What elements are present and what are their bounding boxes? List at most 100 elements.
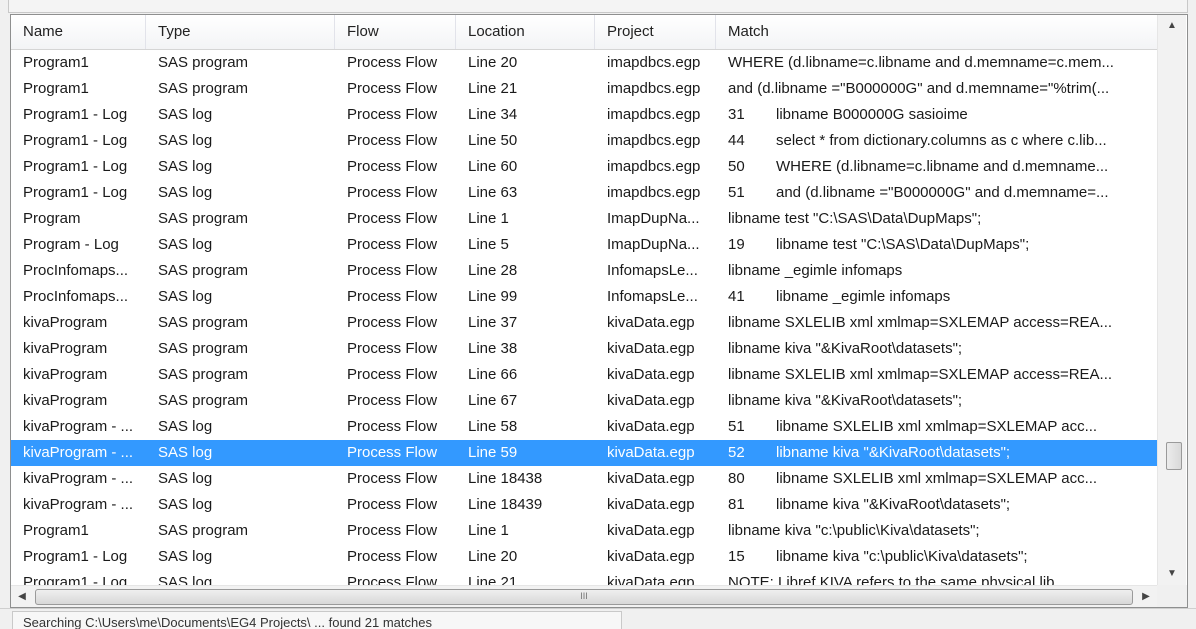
match-text: libname kiva "c:\public\Kiva\datasets"; — [728, 522, 980, 539]
cell-match: 19 libname test "C:\SAS\Data\DupMaps"; — [716, 232, 1157, 258]
column-header-type[interactable]: Type — [146, 15, 335, 49]
match-text: WHERE (d.libname=c.libname and d.memname… — [728, 54, 1114, 71]
table-row[interactable]: kivaProgram - ... SAS log Process Flow Line… — [11, 492, 1157, 518]
cell-project: kivaData.egp — [607, 444, 695, 461]
cell-project: imapdbcs.egp — [607, 184, 701, 201]
cell-flow: Process Flow — [347, 392, 438, 409]
table-row-selected[interactable]: kivaProgram - ... SAS log Process Flow Line… — [11, 440, 1157, 466]
table-row[interactable]: Program1 - Log SAS log Process Flow Line 21… — [11, 570, 1157, 586]
cell-type: SAS program — [158, 366, 249, 383]
table-row[interactable]: Program1 SAS program Process Flow Line 21 im… — [11, 76, 1157, 102]
table-row[interactable]: Program1 - Log SAS log Process Flow Line 60… — [11, 154, 1157, 180]
results-rows: Program1 SAS program Process Flow Line 20 im… — [11, 50, 1157, 586]
table-row[interactable]: Program1 - Log SAS log Process Flow Line 63… — [11, 180, 1157, 206]
cell-name: Program1 - Log — [23, 158, 128, 175]
cell-project: InfomapsLe... — [607, 262, 698, 279]
match-text: libname _egimle infomaps — [776, 288, 951, 305]
cell-match: 50 WHERE (d.libname=c.libname and d.memna… — [716, 154, 1157, 180]
cell-type: SAS log — [158, 184, 213, 201]
table-row[interactable]: Program1 SAS program Process Flow Line 1 kiv… — [11, 518, 1157, 544]
cell-project: kivaData.egp — [607, 496, 695, 513]
cell-flow: Process Flow — [347, 210, 438, 227]
cell-type: SAS log — [158, 496, 213, 513]
cell-type: SAS log — [158, 418, 213, 435]
cell-flow: Process Flow — [347, 574, 438, 586]
table-row[interactable]: kivaProgram SAS program Process Flow Line 6… — [11, 362, 1157, 388]
match-text: libname SXLELIB xml xmlmap=SXLEMAP acc..… — [776, 470, 1098, 487]
table-row[interactable]: kivaProgram - ... SAS log Process Flow Line… — [11, 414, 1157, 440]
cell-location: Line 99 — [468, 288, 518, 305]
scroll-up-icon[interactable]: ▲ — [1158, 15, 1186, 37]
vertical-scroll-thumb[interactable] — [1166, 442, 1182, 470]
table-row[interactable]: kivaProgram SAS program Process Flow Line 3… — [11, 336, 1157, 362]
cell-name: Program1 — [23, 54, 89, 71]
cell-match: libname kiva "&KivaRoot\datasets"; — [716, 388, 1157, 414]
match-text: libname kiva "&KivaRoot\datasets"; — [728, 392, 963, 409]
search-results-list[interactable]: Name Type Flow Location Project Match Pr… — [10, 14, 1188, 608]
column-header-name[interactable]: Name — [11, 15, 146, 49]
table-row[interactable]: Program SAS program Process Flow Line 1 Imap… — [11, 206, 1157, 232]
cell-name: Program1 — [23, 80, 89, 97]
table-row[interactable]: ProcInfomaps... SAS program Process Flow Li… — [11, 258, 1157, 284]
cell-name: Program1 — [23, 522, 89, 539]
table-row[interactable]: Program1 - Log SAS log Process Flow Line 50… — [11, 128, 1157, 154]
cell-type: SAS log — [158, 574, 213, 586]
match-line-number: 31 — [728, 106, 745, 123]
horizontal-scroll-thumb[interactable]: III — [35, 589, 1133, 605]
cell-flow: Process Flow — [347, 470, 438, 487]
cell-location: Line 60 — [468, 158, 518, 175]
cell-location: Line 66 — [468, 366, 518, 383]
scroll-left-icon[interactable]: ◀ — [11, 586, 33, 607]
cell-name: Program1 - Log — [23, 184, 128, 201]
cell-match: libname _egimle infomaps — [716, 258, 1157, 284]
cell-match: 44 select * from dictionary.columns as c … — [716, 128, 1157, 154]
table-row[interactable]: Program1 SAS program Process Flow Line 20 im… — [11, 50, 1157, 76]
match-line-number: 44 — [728, 132, 745, 149]
cell-name: kivaProgram — [23, 392, 108, 409]
cell-type: SAS program — [158, 522, 249, 539]
cell-flow: Process Flow — [347, 444, 438, 461]
column-header-project[interactable]: Project — [595, 15, 716, 49]
table-row[interactable]: kivaProgram - ... SAS log Process Flow Line… — [11, 466, 1157, 492]
cell-location: Line 20 — [468, 548, 518, 565]
cell-project: kivaData.egp — [607, 340, 695, 357]
scroll-right-icon[interactable]: ▶ — [1135, 586, 1157, 607]
table-row[interactable]: ProcInfomaps... SAS log Process Flow Line 9… — [11, 284, 1157, 310]
cell-name: Program1 - Log — [23, 106, 128, 123]
column-header-match[interactable]: Match — [716, 15, 1157, 49]
cell-type: SAS log — [158, 444, 213, 461]
table-row[interactable]: kivaProgram SAS program Process Flow Line 6… — [11, 388, 1157, 414]
table-row[interactable]: Program1 - Log SAS log Process Flow Line 34… — [11, 102, 1157, 128]
match-text: libname _egimle infomaps — [728, 262, 903, 279]
vertical-scrollbar[interactable]: ▲ ▼ — [1157, 15, 1186, 585]
cell-type: SAS program — [158, 210, 249, 227]
cell-name: kivaProgram — [23, 366, 108, 383]
table-row[interactable]: kivaProgram SAS program Process Flow Line 3… — [11, 310, 1157, 336]
cell-flow: Process Flow — [347, 314, 438, 331]
column-header-location[interactable]: Location — [456, 15, 595, 49]
scroll-down-icon[interactable]: ▼ — [1158, 563, 1186, 585]
cell-match: libname SXLELIB xml xmlmap=SXLEMAP acces… — [716, 362, 1157, 388]
horizontal-scrollbar[interactable]: ◀ III ▶ — [11, 585, 1157, 607]
match-line-number: 52 — [728, 444, 745, 461]
cell-flow: Process Flow — [347, 132, 438, 149]
cell-flow: Process Flow — [347, 418, 438, 435]
cell-location: Line 20 — [468, 54, 518, 71]
cell-match: WHERE (d.libname=c.libname and d.memname… — [716, 50, 1157, 76]
column-header-row: Name Type Flow Location Project Match — [11, 15, 1157, 50]
cell-flow: Process Flow — [347, 106, 438, 123]
cell-location: Line 28 — [468, 262, 518, 279]
cell-match: 15 libname kiva "c:\public\Kiva\datasets"… — [716, 544, 1157, 570]
cell-project: imapdbcs.egp — [607, 106, 701, 123]
cell-project: kivaData.egp — [607, 574, 695, 586]
cell-name: ProcInfomaps... — [23, 288, 129, 305]
cell-project: kivaData.egp — [607, 470, 695, 487]
cell-project: kivaData.egp — [607, 418, 695, 435]
cell-flow: Process Flow — [347, 54, 438, 71]
cell-location: Line 59 — [468, 444, 518, 461]
match-text: libname kiva "&KivaRoot\datasets"; — [776, 496, 1011, 513]
table-row[interactable]: Program1 - Log SAS log Process Flow Line 20… — [11, 544, 1157, 570]
column-header-flow[interactable]: Flow — [335, 15, 456, 49]
table-row[interactable]: Program - Log SAS log Process Flow Line 5 Im… — [11, 232, 1157, 258]
cell-match: 31 libname B000000G sasioime — [716, 102, 1157, 128]
